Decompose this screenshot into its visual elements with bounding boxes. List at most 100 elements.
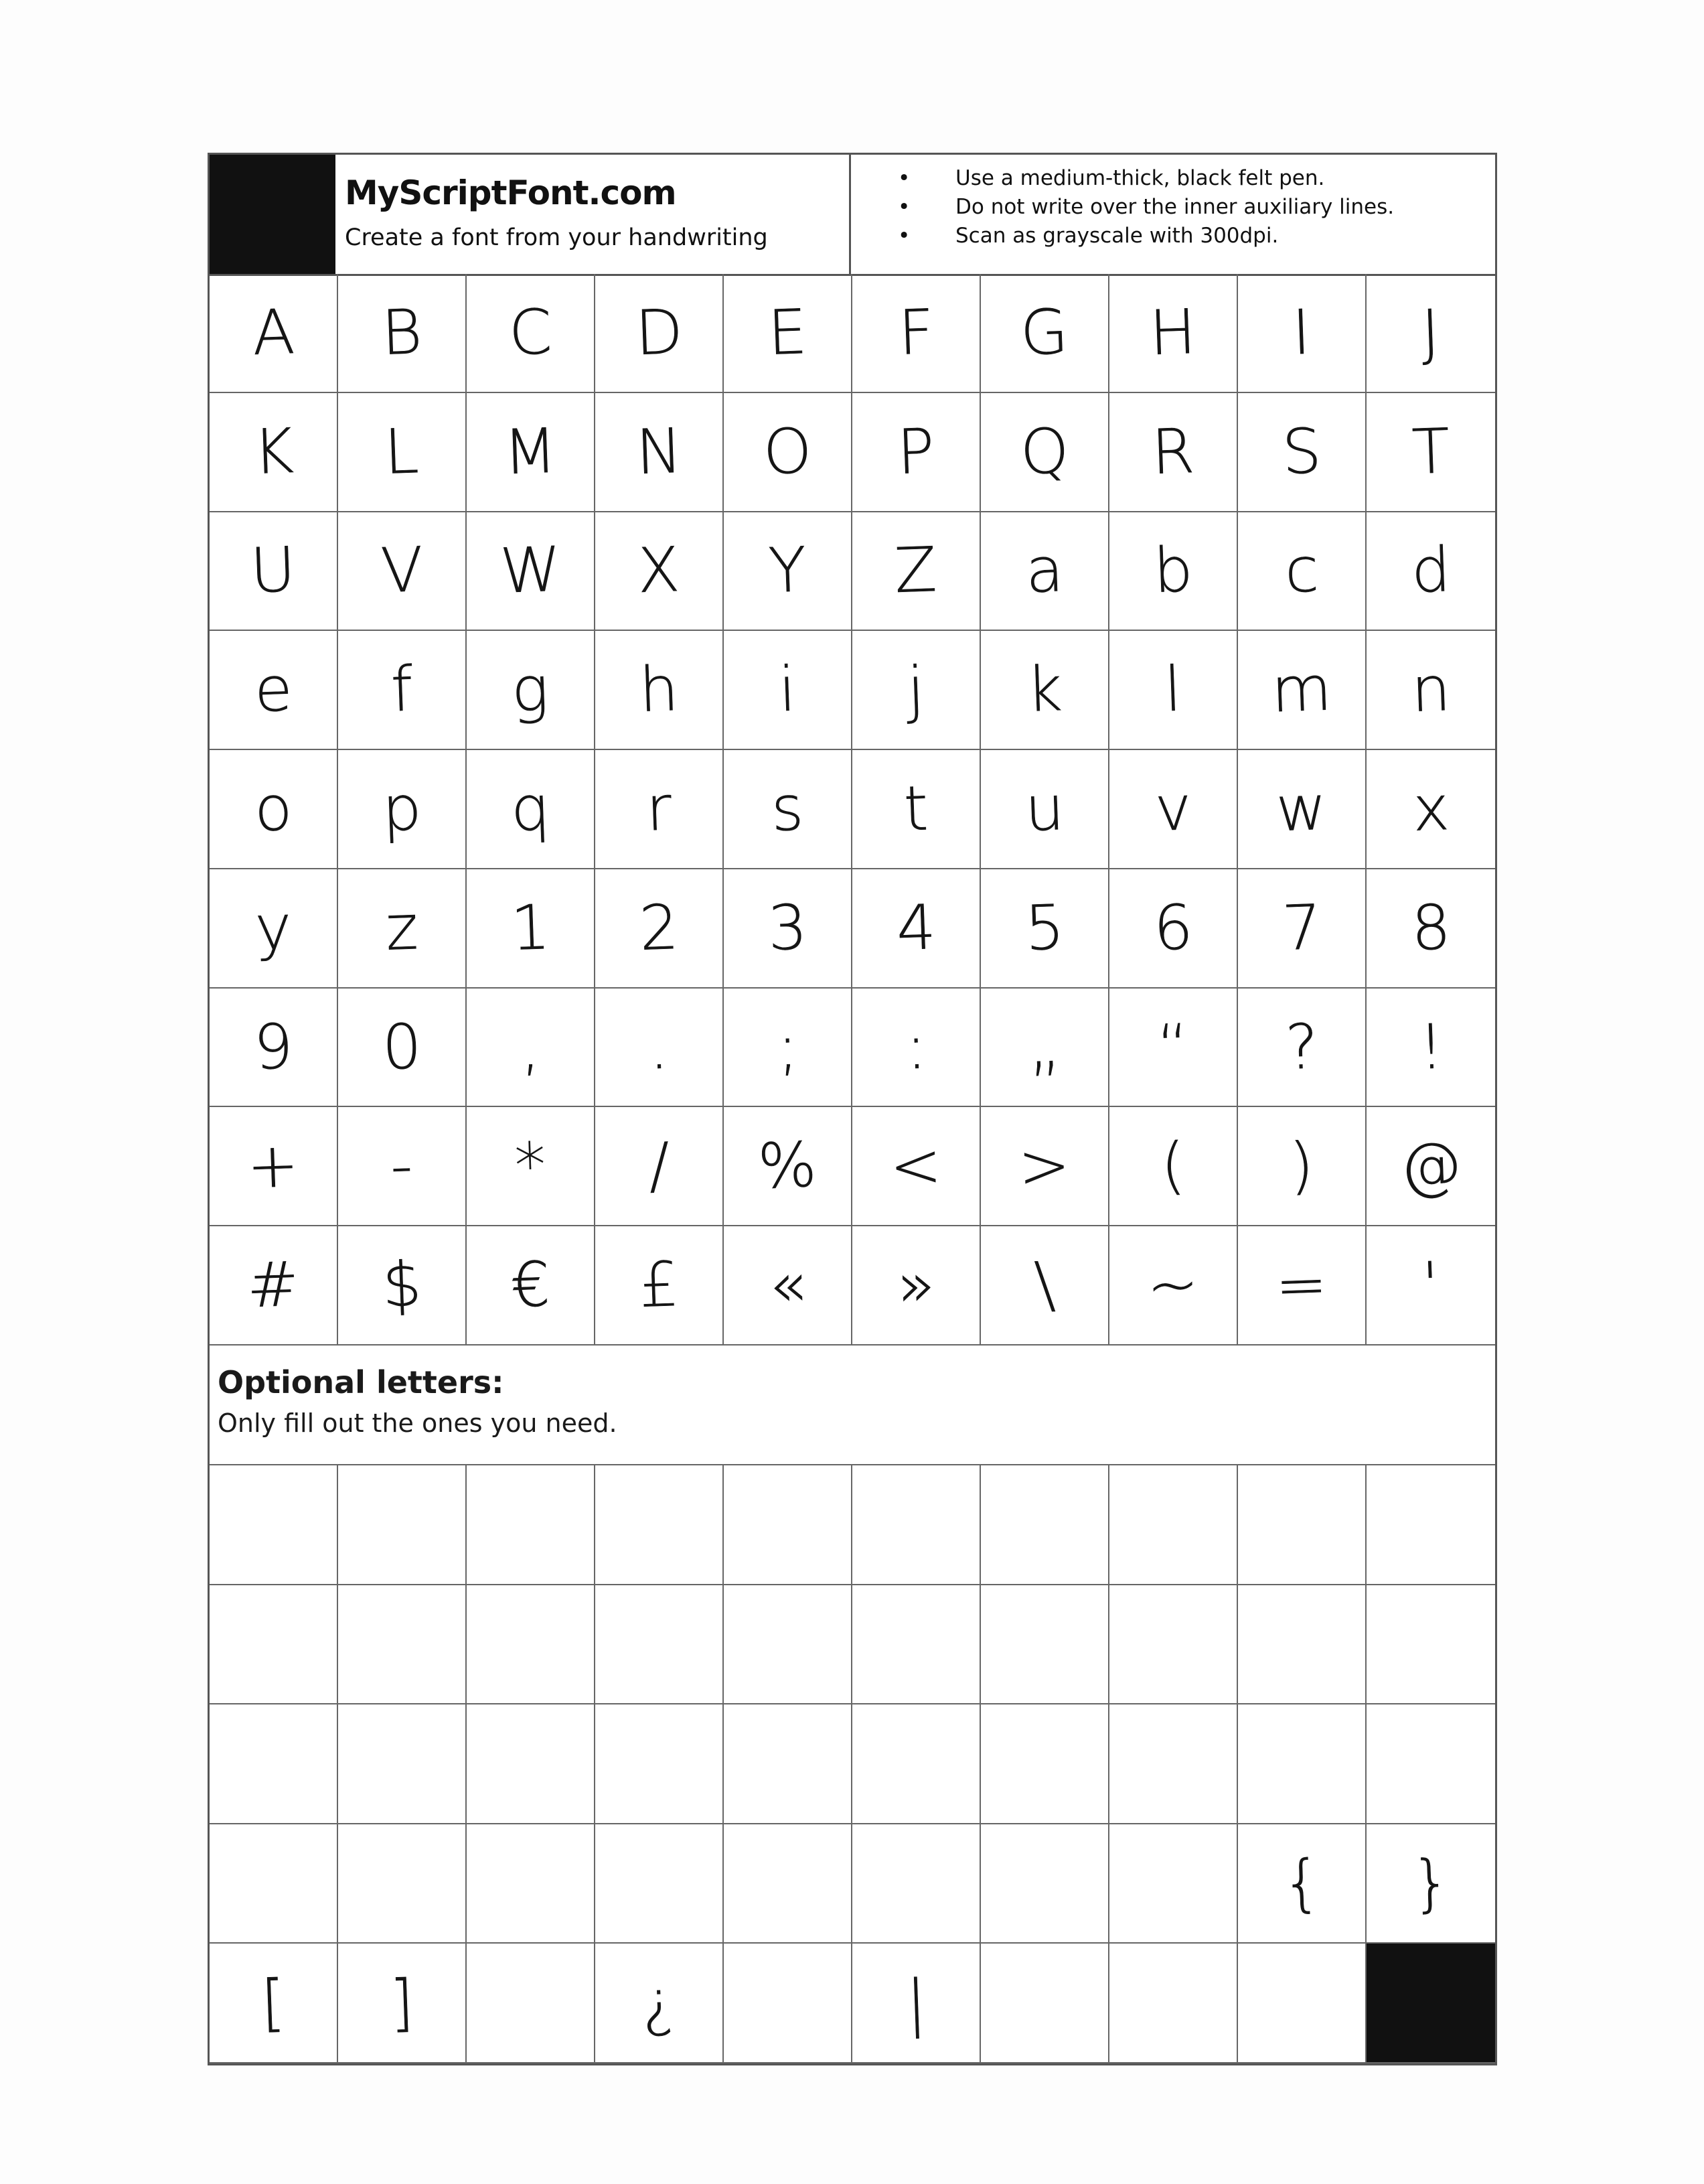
char-glyph: v — [1153, 772, 1193, 845]
char-glyph: w — [1275, 772, 1328, 846]
char-glyph: / — [647, 1129, 671, 1203]
char-glyph: , — [519, 1011, 542, 1084]
char-cell: k — [981, 631, 1109, 751]
char-cell: U — [210, 512, 338, 632]
char-glyph: 8 — [1409, 891, 1452, 964]
char-glyph: p — [380, 772, 423, 845]
char-glyph: ? — [1284, 1010, 1320, 1084]
char-cell: 1 — [467, 869, 595, 989]
char-cell: g — [467, 631, 595, 751]
optional-char-cell — [595, 1465, 724, 1585]
optional-char-cell — [1109, 1585, 1238, 1705]
char-glyph: ! — [1417, 1010, 1445, 1084]
site-name: MyScriptFont.com — [345, 173, 677, 212]
char-cell: % — [724, 1107, 852, 1227]
char-cell: S — [1238, 392, 1367, 512]
optional-char-cell — [1367, 1465, 1495, 1585]
optional-char-cell — [724, 1585, 852, 1705]
corner-marker-top-left — [210, 155, 335, 274]
char-cell: W — [467, 512, 595, 632]
optional-char-cell — [1109, 1704, 1238, 1824]
char-glyph: $ — [380, 1248, 423, 1322]
char-glyph: f — [389, 653, 414, 726]
char-cell: a — [981, 512, 1109, 632]
char-cell: 6 — [1109, 869, 1238, 989]
optional-char-cell — [852, 1824, 981, 1944]
optional-char-cell — [467, 1824, 595, 1944]
char-glyph: € — [509, 1248, 552, 1322]
char-cell: b — [1109, 512, 1238, 632]
char-glyph: s — [770, 772, 805, 845]
char-glyph: S — [1280, 415, 1323, 488]
char-glyph: - — [389, 1129, 414, 1203]
char-cell: F — [852, 274, 981, 393]
char-cell: D — [595, 274, 724, 393]
char-glyph: Q — [1018, 415, 1071, 488]
char-glyph: j — [906, 653, 926, 726]
char-cell: : — [852, 988, 981, 1108]
char-glyph: G — [1019, 295, 1070, 370]
header: MyScriptFont.com Create a font from your… — [210, 155, 1495, 276]
char-glyph: V — [379, 534, 424, 607]
corner-marker-bottom-right — [1367, 1944, 1495, 2063]
char-cell: + — [210, 1107, 338, 1227]
char-glyph: ( — [1160, 1129, 1186, 1202]
optional-char-glyph: ] — [388, 1966, 415, 2039]
optional-char-cell — [1238, 1704, 1367, 1824]
char-cell: ! — [1367, 989, 1495, 1108]
char-cell: t — [852, 750, 981, 869]
optional-char-cell — [1238, 1585, 1367, 1705]
char-cell: T — [1367, 393, 1495, 512]
font-template-sheet: MyScriptFont.com Create a font from your… — [208, 153, 1497, 2065]
instructions-list: Use a medium-thick, black felt pen. Do n… — [898, 164, 1394, 250]
char-cell: 7 — [1238, 869, 1367, 989]
brand-panel: MyScriptFont.com Create a font from your… — [335, 155, 851, 274]
char-cell: E — [724, 274, 852, 393]
char-glyph: T — [1411, 415, 1451, 488]
char-glyph: M — [502, 415, 558, 489]
char-cell: J — [1367, 274, 1495, 393]
optional-char-cell — [210, 1585, 338, 1705]
char-glyph: q — [509, 772, 552, 845]
char-glyph: m — [1270, 652, 1333, 727]
char-glyph: « — [767, 1248, 807, 1322]
char-cell: d — [1367, 512, 1495, 632]
char-glyph: d — [1409, 534, 1452, 607]
char-cell: $ — [338, 1226, 467, 1345]
char-cell: ' — [1367, 1226, 1495, 1345]
char-glyph: £ — [637, 1248, 680, 1322]
char-cell: o — [210, 750, 338, 869]
optional-char-cell — [595, 1824, 724, 1944]
char-cell: < — [852, 1107, 981, 1227]
char-cell: z — [338, 869, 467, 989]
optional-char-cell — [981, 1704, 1109, 1824]
char-cell: Y — [724, 512, 852, 632]
char-cell: „ — [981, 988, 1109, 1108]
char-cell: ; — [724, 988, 852, 1108]
char-cell: Q — [981, 392, 1109, 512]
char-cell: 0 — [338, 988, 467, 1108]
optional-character-grid: {} [] ¿ | — [210, 1465, 1495, 2063]
char-glyph: n — [1409, 653, 1452, 727]
char-glyph: \ — [1032, 1248, 1057, 1321]
char-glyph: U — [249, 534, 297, 607]
char-glyph: e — [252, 653, 294, 727]
char-glyph: k — [1025, 653, 1064, 727]
char-glyph: @ — [1399, 1129, 1463, 1204]
char-cell: - — [338, 1107, 467, 1227]
char-glyph: L — [383, 415, 420, 488]
optional-char-glyph: [ — [260, 1966, 287, 2039]
char-cell: £ — [595, 1226, 724, 1345]
optional-char-cell — [467, 1704, 595, 1824]
char-glyph: 9 — [252, 1010, 295, 1084]
char-glyph: a — [1024, 534, 1065, 607]
char-glyph: E — [767, 295, 808, 369]
char-glyph: ' — [1421, 1248, 1441, 1321]
char-glyph: y — [253, 891, 293, 964]
optional-char-glyph: { — [1280, 1846, 1323, 1920]
optional-char-cell — [210, 1824, 338, 1944]
char-glyph: Y — [767, 534, 807, 607]
optional-title: Optional letters: — [218, 1364, 504, 1400]
optional-char-cell — [210, 1465, 338, 1585]
char-cell: n — [1367, 631, 1495, 751]
